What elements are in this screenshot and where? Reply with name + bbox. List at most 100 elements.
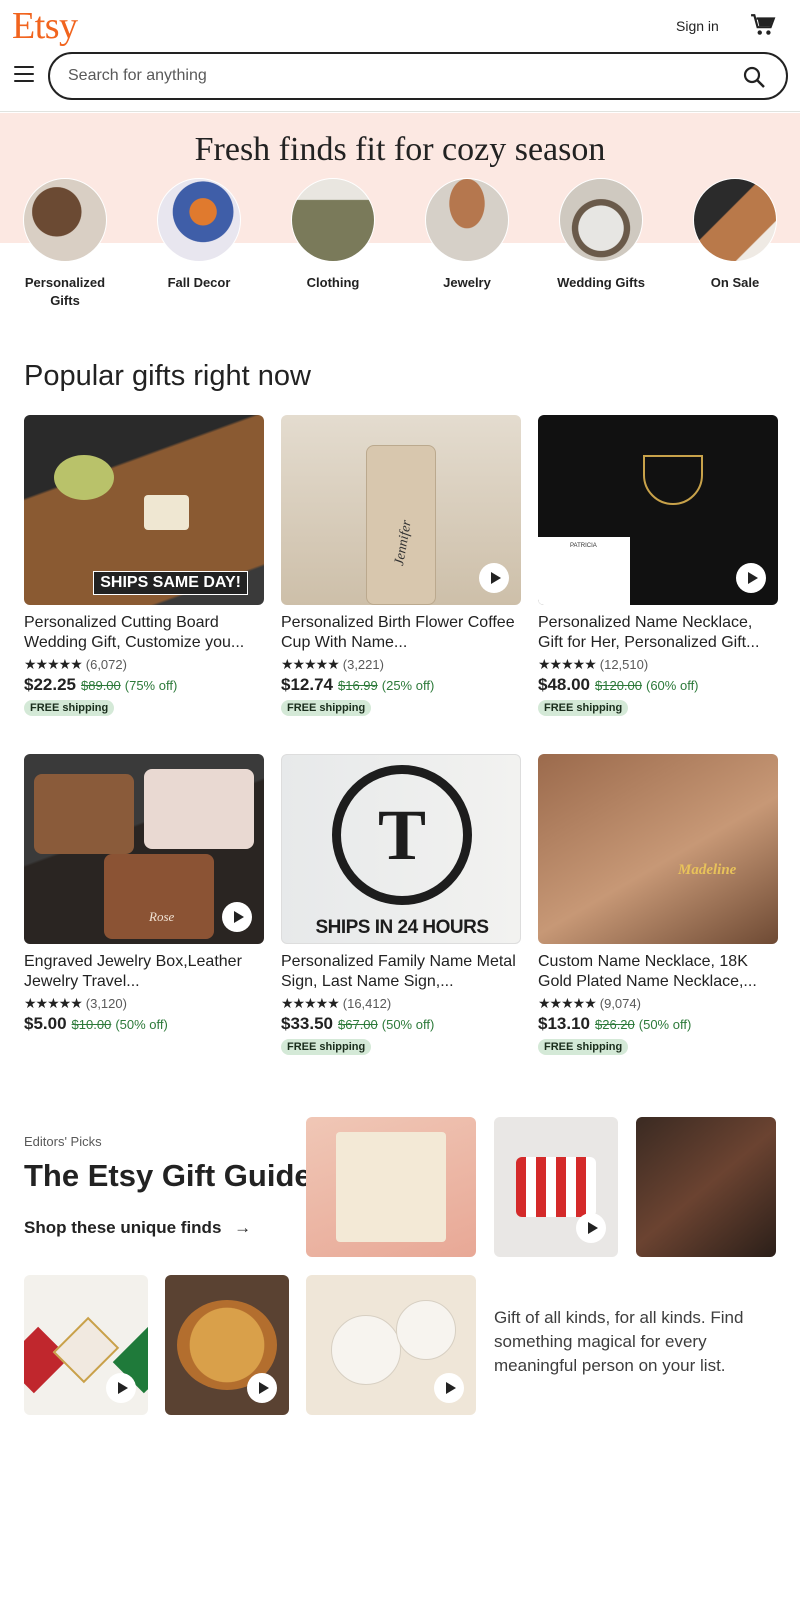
sale-price: $12.74 bbox=[281, 675, 333, 694]
star-rating-icon: ★★★★★ bbox=[24, 995, 83, 1011]
play-video-icon[interactable] bbox=[222, 902, 252, 932]
play-video-icon[interactable] bbox=[247, 1373, 277, 1403]
product-rating: ★★★★★ (9,074) bbox=[538, 995, 778, 1012]
hamburger-menu-icon[interactable] bbox=[14, 66, 34, 82]
review-count: (3,221) bbox=[342, 657, 384, 672]
category-fall-decor[interactable]: Fall Decor bbox=[144, 178, 254, 292]
play-video-icon[interactable] bbox=[736, 563, 766, 593]
price-row: $33.50 $67.00 (50% off) bbox=[281, 1014, 521, 1034]
product-rating: ★★★★★ (12,510) bbox=[538, 656, 778, 673]
product-title[interactable]: Personalized Family Name Metal Sign, Las… bbox=[281, 952, 521, 992]
category-label: Clothing bbox=[306, 275, 360, 290]
category-label: Personalized Gifts bbox=[24, 275, 106, 308]
category-image bbox=[425, 178, 509, 262]
play-video-icon[interactable] bbox=[434, 1373, 464, 1403]
star-rating-icon: ★★★★★ bbox=[281, 995, 340, 1011]
popular-gifts-heading: Popular gifts right now bbox=[24, 360, 311, 392]
product-title[interactable]: Custom Name Necklace, 18K Gold Plated Na… bbox=[538, 952, 778, 992]
star-rating-icon: ★★★★★ bbox=[538, 656, 597, 672]
product-rating: ★★★★★ (16,412) bbox=[281, 995, 521, 1012]
sale-price: $22.25 bbox=[24, 675, 76, 694]
category-label: Fall Decor bbox=[167, 275, 231, 290]
category-wedding-gifts[interactable]: Wedding Gifts bbox=[546, 178, 656, 292]
discount: (60% off) bbox=[646, 678, 699, 693]
product-card[interactable]: T SHIPS IN 24 HOURS Personalized Family … bbox=[281, 754, 521, 1055]
shop-unique-finds-link[interactable]: Shop these unique finds → bbox=[24, 1218, 251, 1238]
discount: (75% off) bbox=[124, 678, 178, 693]
gift-guide-image-calendar[interactable] bbox=[306, 1117, 476, 1257]
editors-picks-label: Editors' Picks bbox=[24, 1134, 102, 1149]
star-rating-icon: ★★★★★ bbox=[24, 656, 83, 672]
category-label: On Sale bbox=[710, 275, 760, 290]
free-shipping-badge: FREE shipping bbox=[281, 1039, 372, 1055]
discount: (25% off) bbox=[381, 678, 435, 693]
discount: (50% off) bbox=[115, 1017, 168, 1032]
ships-24-hours-label: SHIPS IN 24 HOURS bbox=[315, 917, 489, 938]
product-image[interactable]: SHIPS SAME DAY! bbox=[24, 415, 264, 605]
gift-guide-image-ring[interactable] bbox=[636, 1117, 776, 1257]
product-card[interactable]: Jennifer Personalized Birth Flower Coffe… bbox=[281, 415, 521, 716]
original-price: $26.20 bbox=[595, 1017, 635, 1032]
necklace-card-text: PATRICIA bbox=[570, 543, 597, 549]
category-label: Wedding Gifts bbox=[557, 275, 645, 290]
category-image bbox=[693, 178, 777, 262]
product-card[interactable]: SHIPS SAME DAY! Personalized Cutting Boa… bbox=[24, 415, 264, 716]
discount: (50% off) bbox=[381, 1017, 435, 1032]
gift-guide-image-ornament-discs[interactable] bbox=[306, 1275, 476, 1415]
category-jewelry[interactable]: Jewelry bbox=[412, 178, 522, 292]
product-image[interactable]: Madeline bbox=[538, 754, 778, 944]
original-price: $120.00 bbox=[595, 678, 642, 693]
box-name-text: Rose bbox=[149, 909, 175, 924]
review-count: (9,074) bbox=[599, 996, 641, 1011]
price-row: $48.00 $120.00 (60% off) bbox=[538, 675, 778, 695]
gift-guide-image-ornaments[interactable] bbox=[24, 1275, 148, 1415]
shop-link-label: Shop these unique finds bbox=[24, 1218, 222, 1237]
review-count: (12,510) bbox=[599, 657, 649, 672]
free-shipping-badge: FREE shipping bbox=[281, 700, 372, 716]
original-price: $16.99 bbox=[338, 678, 378, 693]
product-image[interactable]: Rose bbox=[24, 754, 264, 944]
play-video-icon[interactable] bbox=[576, 1213, 606, 1243]
gift-guide-image-pizza[interactable] bbox=[165, 1275, 289, 1415]
product-image[interactable]: PATRICIA bbox=[538, 415, 778, 605]
product-title[interactable]: Engraved Jewelry Box,Leather Jewelry Tra… bbox=[24, 952, 264, 992]
play-video-icon[interactable] bbox=[479, 563, 509, 593]
cart-icon[interactable] bbox=[750, 12, 776, 38]
product-title[interactable]: Personalized Birth Flower Coffee Cup Wit… bbox=[281, 613, 521, 653]
product-card[interactable]: Madeline Custom Name Necklace, 18K Gold … bbox=[538, 754, 778, 1055]
product-rating: ★★★★★ (6,072) bbox=[24, 656, 264, 673]
sale-price: $5.00 bbox=[24, 1014, 67, 1033]
category-on-sale[interactable]: On Sale bbox=[680, 178, 790, 292]
banner-title: Fresh finds fit for cozy season bbox=[194, 131, 606, 168]
play-video-icon[interactable] bbox=[106, 1373, 136, 1403]
category-label: Jewelry bbox=[443, 275, 491, 290]
search-bar bbox=[48, 52, 788, 100]
gift-guide-description: Gift of all kinds, for all kinds. Find s… bbox=[494, 1308, 744, 1375]
original-price: $67.00 bbox=[338, 1017, 378, 1032]
product-image[interactable]: Jennifer bbox=[281, 415, 521, 605]
product-card[interactable]: PATRICIA Personalized Name Necklace, Gif… bbox=[538, 415, 778, 716]
category-personalized-gifts[interactable]: Personalized Gifts bbox=[10, 178, 120, 310]
original-price: $10.00 bbox=[71, 1017, 112, 1032]
category-clothing[interactable]: Clothing bbox=[278, 178, 388, 292]
original-price: $89.00 bbox=[81, 678, 121, 693]
price-row: $12.74 $16.99 (25% off) bbox=[281, 675, 521, 695]
star-rating-icon: ★★★★★ bbox=[538, 995, 597, 1011]
category-image bbox=[291, 178, 375, 262]
review-count: (16,412) bbox=[342, 996, 392, 1011]
product-image[interactable]: T SHIPS IN 24 HOURS bbox=[281, 754, 521, 944]
search-input[interactable] bbox=[68, 64, 708, 88]
discount: (50% off) bbox=[638, 1017, 692, 1032]
review-count: (6,072) bbox=[85, 657, 127, 672]
review-count: (3,120) bbox=[85, 996, 127, 1011]
ships-same-day-label: SHIPS SAME DAY! bbox=[93, 571, 248, 595]
product-title[interactable]: Personalized Name Necklace, Gift for Her… bbox=[538, 613, 778, 653]
product-card[interactable]: Rose Engraved Jewelry Box,Leather Jewelr… bbox=[24, 754, 264, 1034]
gift-guide-image-mug[interactable] bbox=[494, 1117, 618, 1257]
product-rating: ★★★★★ (3,221) bbox=[281, 656, 521, 673]
search-icon[interactable] bbox=[742, 65, 766, 89]
sign-in-link[interactable]: Sign in bbox=[676, 18, 719, 34]
site-header: Etsy Sign in bbox=[0, 0, 800, 112]
product-title[interactable]: Personalized Cutting Board Wedding Gift,… bbox=[24, 613, 264, 653]
etsy-logo[interactable]: Etsy bbox=[12, 4, 78, 48]
